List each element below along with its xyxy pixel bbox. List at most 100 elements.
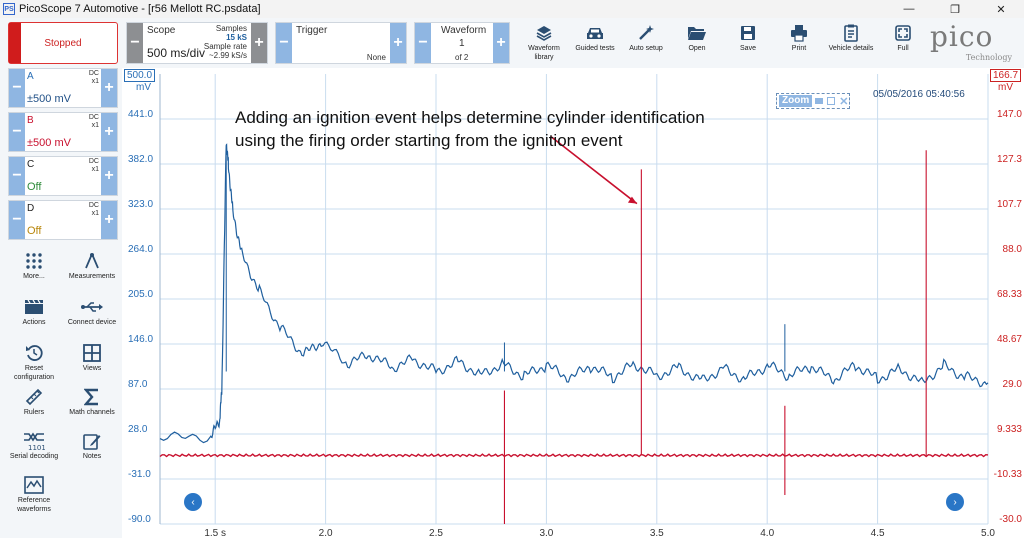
more-label: More... bbox=[23, 273, 45, 280]
channel-c-coupling: DC x1 bbox=[88, 158, 99, 173]
reset-icon bbox=[26, 345, 43, 361]
channel-a-range[interactable]: ±500 mV bbox=[27, 93, 71, 105]
zoom-overview[interactable]: Zoom ✕ bbox=[776, 93, 850, 109]
x-tick-label: 4.5 bbox=[871, 528, 885, 538]
channel-c-increase-button[interactable]: + bbox=[101, 157, 117, 195]
scope-control: − Scope 500 ms/div Samples 15 kS Sample … bbox=[126, 22, 268, 64]
scope-plot[interactable]: 1.5 s 2.0 2.5 3.0 3.5 4.0 4.5 5.0 441.0 382.0 323.… bbox=[122, 68, 1024, 538]
connect-device-button[interactable]: Connect device bbox=[63, 296, 121, 327]
open-label: Open bbox=[688, 45, 706, 52]
right-axis-unit: mV bbox=[998, 82, 1013, 93]
svg-text:1101: 1101 bbox=[28, 444, 45, 451]
trigger-label: Trigger bbox=[296, 25, 328, 36]
channel-b-increase-button[interactable]: + bbox=[101, 113, 117, 151]
serial-icon: 1101 bbox=[24, 432, 45, 451]
run-stop-button[interactable]: Stopped bbox=[8, 22, 118, 64]
car-icon bbox=[587, 28, 603, 39]
left-tick-label: 441.0 bbox=[128, 109, 153, 120]
channel-d-name: D bbox=[27, 203, 35, 214]
connect-device-label: Connect device bbox=[67, 319, 117, 326]
vehicle-details-button[interactable]: Vehicle details bbox=[824, 22, 878, 66]
trigger-increase-button[interactable]: + bbox=[390, 23, 406, 63]
serial-decoding-button[interactable]: 1101 Serial decoding bbox=[5, 430, 63, 461]
right-axis-top-label[interactable]: 166.7 bbox=[990, 69, 1022, 82]
left-tick-label: 382.0 bbox=[128, 154, 153, 165]
nav-left-button[interactable]: ‹ bbox=[184, 493, 202, 511]
logo-subtext: Technology bbox=[965, 53, 1012, 62]
waveform-label: Waveform bbox=[441, 25, 487, 36]
guided-tests-label: Guided tests bbox=[575, 45, 615, 52]
notes-button[interactable]: Notes bbox=[63, 430, 121, 461]
sample-rate-value: ~2.99 kS/s bbox=[208, 51, 247, 60]
ruler-icon bbox=[25, 388, 43, 406]
samples-value[interactable]: 15 kS bbox=[226, 33, 247, 42]
measurements-button[interactable]: Measurements bbox=[63, 250, 121, 281]
channel-b-decrease-button[interactable]: − bbox=[9, 113, 25, 151]
reference-waveforms-button[interactable]: Reference waveforms bbox=[5, 474, 63, 514]
channel-d-decrease-button[interactable]: − bbox=[9, 201, 25, 239]
channel-b-range[interactable]: ±500 mV bbox=[27, 137, 71, 149]
channel-b-control[interactable]: − B DC x1 ±500 mV + bbox=[8, 112, 118, 152]
more-button[interactable]: More... bbox=[5, 250, 63, 281]
trigger-decrease-button[interactable]: − bbox=[276, 23, 292, 63]
zoom-close-icon[interactable]: ✕ bbox=[839, 95, 848, 108]
print-label: Print bbox=[791, 45, 807, 52]
zoom-label: Zoom bbox=[779, 95, 813, 107]
math-channels-button[interactable]: Math channels bbox=[63, 386, 121, 417]
actions-label: Actions bbox=[22, 319, 46, 326]
timebase-increase-button[interactable]: + bbox=[251, 23, 267, 63]
save-button[interactable]: Save bbox=[722, 22, 774, 66]
print-button[interactable]: Print bbox=[773, 22, 825, 66]
fullscreen-icon bbox=[895, 25, 911, 41]
right-tick-label: -10.33 bbox=[994, 469, 1023, 480]
right-tick-label: 127.3 bbox=[997, 154, 1022, 165]
channel-c-decrease-button[interactable]: − bbox=[9, 157, 25, 195]
channel-a-decrease-button[interactable]: − bbox=[9, 69, 25, 107]
close-button[interactable]: ✕ bbox=[978, 0, 1024, 18]
reset-configuration-button[interactable]: Reset configuration bbox=[5, 342, 63, 382]
waveform-library-button[interactable]: Waveform library bbox=[518, 22, 570, 66]
zoom-restore-icon[interactable] bbox=[827, 97, 836, 105]
nav-right-button[interactable]: › bbox=[946, 493, 964, 511]
x-tick-label: 3.0 bbox=[539, 528, 553, 538]
channel-d-range[interactable]: Off bbox=[27, 225, 41, 237]
channel-c-range[interactable]: Off bbox=[27, 181, 41, 193]
maximize-button[interactable]: ❐ bbox=[932, 0, 978, 18]
actions-button[interactable]: Actions bbox=[5, 296, 63, 327]
full-button[interactable]: Full bbox=[877, 22, 929, 66]
views-button[interactable]: Views bbox=[63, 342, 121, 373]
channel-a-increase-button[interactable]: + bbox=[101, 69, 117, 107]
channel-c-control[interactable]: − C DC x1 Off + bbox=[8, 156, 118, 196]
floppy-icon bbox=[741, 26, 755, 40]
auto-setup-button[interactable]: Auto setup bbox=[620, 22, 672, 66]
title-bar: PS PicoScope 7 Automotive - [r56 Mellott… bbox=[0, 0, 1024, 18]
minimize-button[interactable]: — bbox=[886, 0, 932, 18]
waveform-previous-button[interactable]: − bbox=[415, 23, 431, 63]
waveform-next-button[interactable]: + bbox=[493, 23, 509, 63]
channel-d-control[interactable]: − D DC x1 Off + bbox=[8, 200, 118, 240]
vehicle-details-label: Vehicle details bbox=[828, 45, 874, 52]
zoom-minimize-icon[interactable] bbox=[815, 98, 824, 104]
guided-tests-button[interactable]: Guided tests bbox=[569, 22, 621, 66]
left-tick-label: 205.0 bbox=[128, 289, 153, 300]
trigger-mode[interactable]: None bbox=[367, 53, 386, 62]
timebase-value[interactable]: 500 ms/div bbox=[147, 46, 205, 60]
channel-a-control[interactable]: − A DC x1 ±500 mV + bbox=[8, 68, 118, 108]
window-title: PicoScope 7 Automotive - [r56 Mellott RC… bbox=[19, 3, 261, 15]
serial-decoding-label: Serial decoding bbox=[9, 453, 59, 460]
channel-a-trace bbox=[159, 143, 989, 444]
channel-b-coupling: DC x1 bbox=[88, 114, 99, 129]
grid-dots-icon bbox=[26, 253, 42, 269]
waveform-current: 1 bbox=[459, 38, 465, 49]
waveform-count: of 2 bbox=[455, 53, 469, 62]
timebase-decrease-button[interactable]: − bbox=[127, 23, 143, 63]
samples-label: Samples bbox=[215, 24, 247, 33]
rulers-button[interactable]: Rulers bbox=[5, 386, 63, 417]
left-tick-label: 146.0 bbox=[128, 334, 153, 345]
left-axis-top-label[interactable]: 500.0 bbox=[124, 69, 156, 82]
open-button[interactable]: Open bbox=[671, 22, 723, 66]
x-tick-label: 5.0 bbox=[981, 528, 995, 538]
channel-d-increase-button[interactable]: + bbox=[101, 201, 117, 239]
wand-icon bbox=[639, 25, 654, 40]
folder-icon bbox=[688, 27, 706, 40]
